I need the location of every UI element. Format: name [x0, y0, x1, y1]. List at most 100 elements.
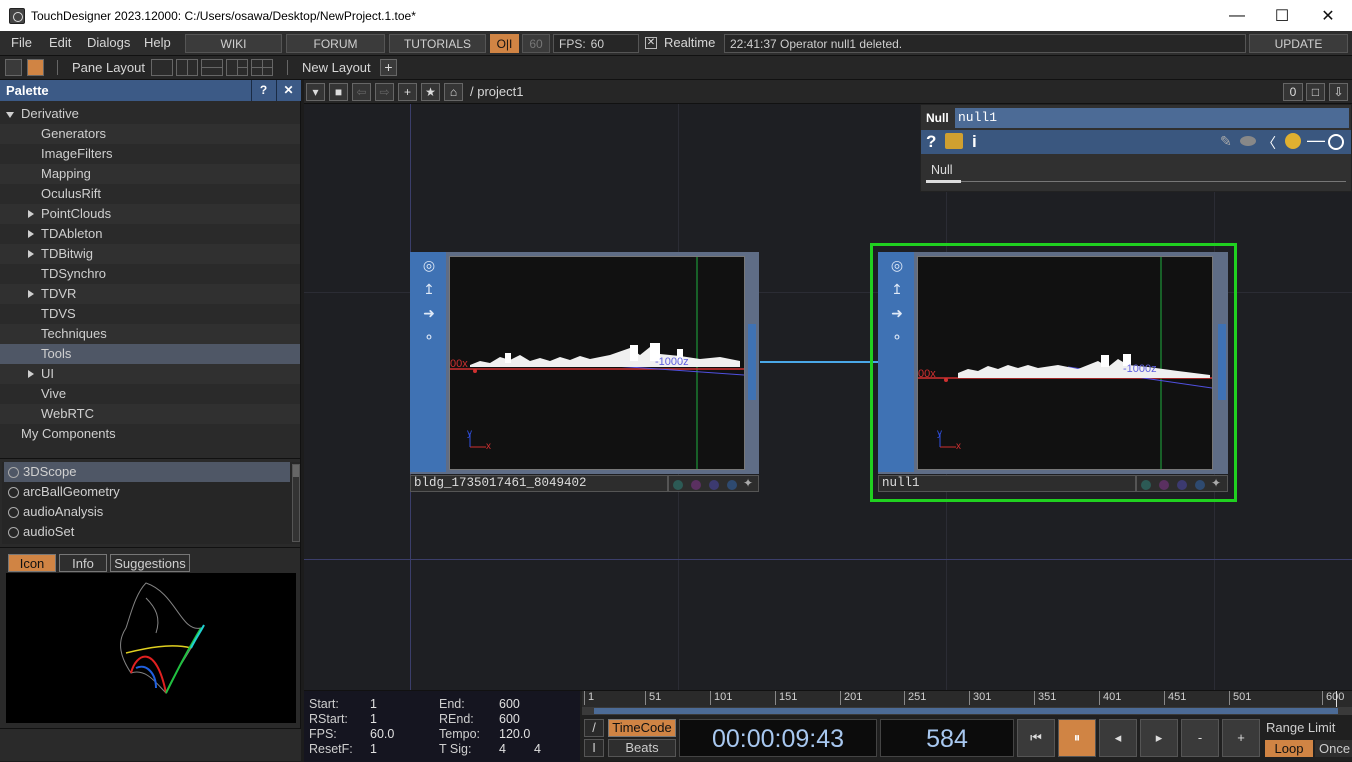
edit-pencil-icon[interactable]: ✎ [1220, 133, 1232, 150]
flag-render[interactable] [727, 480, 737, 490]
viewer-toggle-icon[interactable]: ◎ [888, 256, 906, 274]
tsig-b[interactable]: 4 [534, 742, 541, 756]
flag-display[interactable] [709, 480, 719, 490]
expand-closed-icon[interactable] [28, 250, 34, 258]
playhead[interactable] [1336, 691, 1337, 707]
bookmark-star-icon[interactable]: ★ [421, 83, 440, 101]
target-icon[interactable] [1328, 134, 1344, 150]
update-button[interactable]: UPDATE [1249, 34, 1348, 53]
palette-tree-item[interactable]: Techniques [0, 324, 300, 344]
close-window-button[interactable]: ✕ [1305, 0, 1351, 31]
add-layout-button[interactable]: + [380, 59, 397, 76]
flag-bypass[interactable] [1141, 480, 1151, 490]
back-icon[interactable]: ⇦ [352, 83, 371, 101]
graph-icon[interactable]: ↥ [420, 280, 438, 298]
palette-help-button[interactable]: ? [251, 80, 275, 101]
forward-icon[interactable]: ⇨ [375, 83, 394, 101]
component-list-item[interactable]: 3DScope [4, 462, 290, 482]
page-tab-null[interactable]: Null [931, 163, 953, 177]
output-connector[interactable] [1218, 324, 1226, 400]
clip-icon[interactable]: 〈 [1262, 133, 1276, 153]
operator-node-bldg[interactable]: ◎ ↥ ➜ ⚬ 00x -1000z y x [410, 252, 759, 474]
palette-tree-item[interactable]: My Components [0, 424, 300, 444]
tsig-a[interactable]: 4 [499, 742, 506, 756]
info-icon[interactable]: i [972, 132, 977, 152]
step-forward-button[interactable]: ▸ [1140, 719, 1178, 757]
output-connector[interactable] [748, 324, 756, 400]
frame-display[interactable]: 584 [880, 719, 1014, 757]
palette-tree-item[interactable]: Generators [0, 124, 300, 144]
menu-dialogs[interactable]: Dialogs [87, 35, 130, 50]
maximize-pane-icon[interactable]: □ [1306, 83, 1325, 101]
rstart-value[interactable]: 1 [370, 712, 377, 726]
palette-tree-item[interactable]: TDVS [0, 304, 300, 324]
tempo-value[interactable]: 120.0 [499, 727, 530, 741]
stop-icon[interactable]: ■ [329, 83, 348, 101]
component-list-item[interactable]: audioAnalysis [4, 502, 290, 522]
tab-icon[interactable]: Icon [8, 554, 56, 572]
palette-tree-item[interactable]: TDVR [0, 284, 300, 304]
faster-button[interactable]: + [1222, 719, 1260, 757]
timecode-button[interactable]: TimeCode [608, 719, 676, 737]
lock-icon[interactable]: ⚬ [888, 328, 906, 346]
rend-value[interactable]: 600 [499, 712, 520, 726]
pane-network-icon[interactable] [27, 59, 44, 76]
tab-suggestions[interactable]: Suggestions [110, 554, 190, 572]
flag-lock[interactable] [1159, 480, 1169, 490]
expand-closed-icon[interactable] [28, 230, 34, 238]
expand-closed-icon[interactable] [28, 370, 34, 378]
menu-file[interactable]: File [11, 35, 32, 50]
home-icon[interactable]: ⌂ [444, 83, 463, 101]
oi-toggle-button[interactable]: O|I [490, 34, 519, 53]
forum-button[interactable]: FORUM [286, 34, 385, 53]
palette-tree-item[interactable]: TDBitwig [0, 244, 300, 264]
timeline-range-bar[interactable] [582, 707, 1352, 715]
viewer-toggle-icon[interactable]: ◎ [420, 256, 438, 274]
palette-tree-item[interactable]: TDSynchro [0, 264, 300, 284]
loop-button[interactable]: Loop [1265, 740, 1313, 757]
palette-tree-item[interactable]: Vive [0, 384, 300, 404]
minimize-button[interactable]: — [1214, 0, 1260, 31]
network-path[interactable]: / project1 [470, 84, 523, 99]
flag-clone-icon[interactable]: ✦ [743, 476, 753, 490]
add-operator-icon[interactable]: + [398, 83, 417, 101]
node1-name[interactable]: bldg_1735017461_8049402 [410, 475, 668, 492]
operator-name-field[interactable]: null1 [955, 108, 1349, 128]
flag-render[interactable] [1195, 480, 1205, 490]
component-list-scrollbar[interactable] [292, 464, 300, 542]
palette-tree-item[interactable]: Derivative [0, 104, 300, 124]
help-icon[interactable]: ? [926, 132, 936, 152]
palette-tree-item[interactable]: Tools [0, 344, 300, 364]
tl-fps-value[interactable]: 60.0 [370, 727, 394, 741]
palette-tree-item[interactable]: Mapping [0, 164, 300, 184]
wiki-button[interactable]: WIKI [185, 34, 282, 53]
resetf-value[interactable]: 1 [370, 742, 377, 756]
download-icon[interactable]: ⇩ [1329, 83, 1348, 101]
timeline-bar-button[interactable]: I [584, 739, 604, 757]
step-back-button[interactable]: ◂ [1099, 719, 1137, 757]
start-value[interactable]: 1 [370, 697, 377, 711]
maximize-button[interactable]: ☐ [1259, 0, 1305, 31]
goto-start-button[interactable]: ⏮ [1017, 719, 1055, 757]
palette-tree-item[interactable]: TDAbleton [0, 224, 300, 244]
palette-tree-item[interactable]: OculusRift [0, 184, 300, 204]
node2-name[interactable]: null1 [878, 475, 1136, 492]
menu-edit[interactable]: Edit [49, 35, 71, 50]
export-arrow-icon[interactable]: ➜ [420, 304, 438, 322]
layout-hsplit-icon[interactable] [201, 59, 223, 76]
graph-icon[interactable]: ↥ [888, 280, 906, 298]
component-list-item[interactable]: arcBallGeometry [4, 482, 290, 502]
flag-lock[interactable] [691, 480, 701, 490]
layout-vsplit-icon[interactable] [176, 59, 198, 76]
palette-tree-item[interactable]: ImageFilters [0, 144, 300, 164]
timecode-display[interactable]: 00:00:09:43 [679, 719, 877, 757]
flag-bypass[interactable] [673, 480, 683, 490]
wire-connection[interactable] [760, 361, 878, 363]
python-icon[interactable] [1285, 133, 1301, 149]
palette-tree-item[interactable]: UI [0, 364, 300, 384]
menu-help[interactable]: Help [144, 35, 171, 50]
palette-tree-item[interactable]: PointClouds [0, 204, 300, 224]
lock-icon[interactable]: ⚬ [420, 328, 438, 346]
pane-home-icon[interactable] [5, 59, 22, 76]
comment-icon[interactable] [1240, 136, 1256, 146]
